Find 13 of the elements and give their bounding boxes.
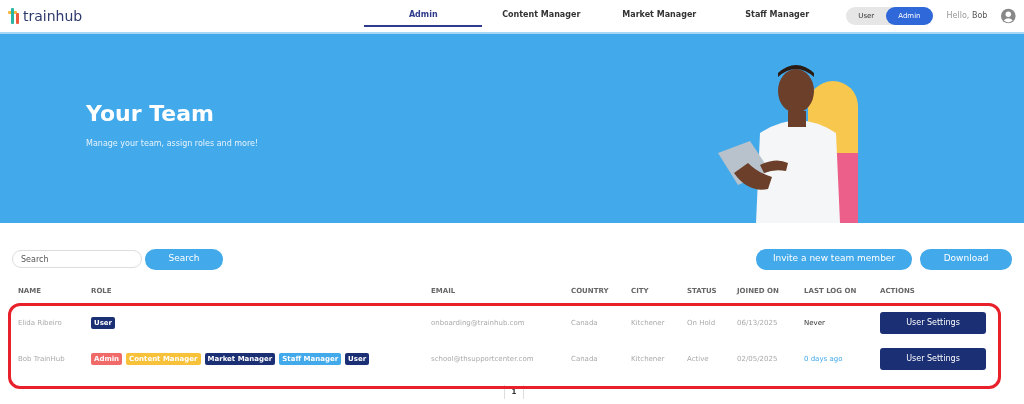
nav-tab[interactable]: Market Manager [600, 5, 719, 27]
nav-tab[interactable]: Admin [364, 5, 483, 27]
user-settings-button[interactable]: User Settings [880, 348, 986, 370]
search-field[interactable]: Search [12, 250, 142, 268]
brand-name: trainhub [23, 6, 83, 26]
hero-subtitle: Manage your team, assign roles and more! [86, 138, 259, 150]
nav-tab[interactable]: Staff Manager [718, 5, 837, 27]
user-settings-button[interactable]: User Settings [880, 312, 986, 334]
logo-icon [8, 8, 20, 24]
nav-tab[interactable]: Content Manager [482, 5, 601, 27]
user-avatar-icon[interactable] [1001, 8, 1016, 24]
hero-title: Your Team [86, 100, 215, 128]
greeting: Hello, Bob [946, 10, 988, 22]
